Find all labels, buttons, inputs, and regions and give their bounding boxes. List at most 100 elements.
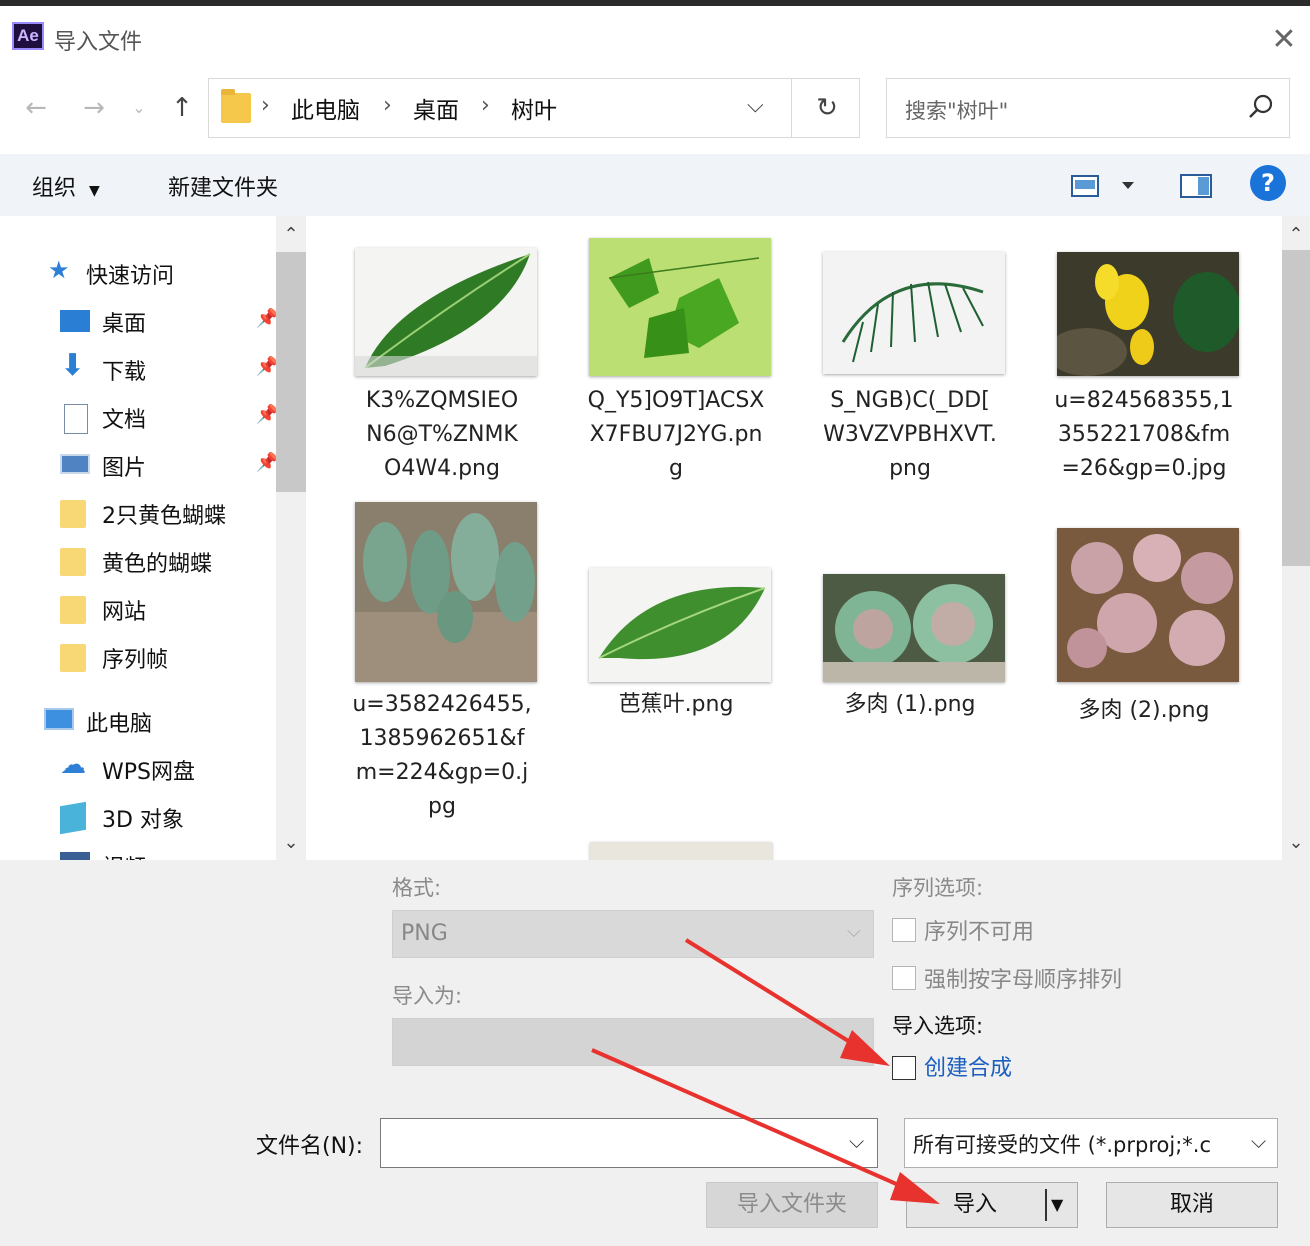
address-bar[interactable]: › 此电脑 › 桌面 › 树叶 ⌵ ↻ xyxy=(208,78,860,138)
file-list-scroll-thumb[interactable] xyxy=(1282,250,1310,566)
sidebar-item-label: 下载 xyxy=(102,360,147,385)
import-folder-button[interactable]: 导入文件夹 xyxy=(706,1182,878,1228)
file-thumbnail xyxy=(589,568,771,682)
back-button[interactable]: ← xyxy=(16,88,56,128)
file-thumbnail xyxy=(355,502,537,682)
caret-down-icon[interactable]: ▼ xyxy=(1051,1183,1063,1227)
close-icon: ✕ xyxy=(1271,22,1297,57)
organize-menu[interactable]: 组织 ▼ xyxy=(32,170,100,202)
preview-pane-button[interactable] xyxy=(1178,168,1214,204)
arrow-left-icon: ← xyxy=(25,93,47,123)
file-name: 芭蕉叶.png xyxy=(618,692,734,717)
sidebar-item-label: 序列帧 xyxy=(102,648,169,673)
sequence-unavailable-checkbox[interactable] xyxy=(892,918,916,942)
pin-icon: 📌 xyxy=(256,308,279,329)
refresh-button[interactable]: ↻ xyxy=(805,89,849,127)
navigation-pane: ★ 快速访问 桌面 📌 ⬇ 下载 📌 文档 📌 图片 📌 2只黄色蝴蝶 黄色的蝴… xyxy=(0,216,306,860)
cloud-icon: ☁ xyxy=(60,750,86,780)
import-options-panel: 格式: PNG ⌵ 导入为: 序列选项: 序列不可用 强制按字母顺序排列 导入选… xyxy=(0,860,1310,1246)
folder-icon xyxy=(60,596,86,624)
star-icon: ★ xyxy=(48,256,70,284)
file-name: K3%ZQMSIEO N6@T%ZNMK O4W4.png xyxy=(365,388,519,481)
force-alphabetical-checkbox[interactable] xyxy=(892,966,916,990)
pin-icon: 📌 xyxy=(256,452,279,473)
arrow-up-icon: ↑ xyxy=(171,93,193,123)
pin-icon: 📌 xyxy=(256,404,279,425)
file-thumbnail-partial[interactable] xyxy=(590,842,772,860)
title-bar: Ae 导入文件 ✕ xyxy=(0,6,1310,64)
file-thumbnail xyxy=(355,248,537,376)
import-as-label: 导入为: xyxy=(392,984,463,1008)
organize-label: 组织 xyxy=(32,176,77,201)
chevron-down-icon: ⌵ xyxy=(1251,1129,1267,1153)
recent-locations-button[interactable]: ⌄ xyxy=(124,88,154,128)
import-options-label: 导入选项: xyxy=(892,1014,984,1038)
divider xyxy=(791,79,792,137)
file-thumbnail xyxy=(1057,252,1239,376)
sidebar-item-label: WPS网盘 xyxy=(102,760,195,785)
file-name: u=824568355,1 355221708&fm =26&gp=0.jpg xyxy=(1054,388,1234,481)
search-input[interactable]: 搜索"树叶" xyxy=(886,78,1290,138)
sidebar-item-label: 2只黄色蝴蝶 xyxy=(102,504,226,529)
view-options-button[interactable] xyxy=(1066,168,1146,204)
chevron-down-icon: ⌄ xyxy=(132,98,146,117)
import-button[interactable]: 导入 ▼ xyxy=(906,1182,1078,1228)
scroll-down-arrow-icon[interactable]: ⌄ xyxy=(276,828,306,858)
sidebar-item-label: 网站 xyxy=(102,600,147,625)
sidebar-item-label: 文档 xyxy=(102,408,147,433)
sidebar-item-label: 此电脑 xyxy=(86,712,153,737)
video-icon xyxy=(60,852,90,860)
import-as-select[interactable] xyxy=(392,1018,874,1066)
chevron-down-icon: ⌵ xyxy=(849,1129,865,1153)
force-alphabetical-label: 强制按字母顺序排列 xyxy=(924,968,1123,993)
breadcrumb-leaves[interactable]: 树叶 xyxy=(511,91,557,125)
sidebar-item-pictures[interactable]: 图片 📌 xyxy=(60,446,280,486)
sidebar-scroll-thumb[interactable] xyxy=(276,252,306,492)
breadcrumb-desktop[interactable]: 桌面 xyxy=(413,91,459,125)
create-composition-checkbox[interactable] xyxy=(892,1056,916,1080)
close-button[interactable]: ✕ xyxy=(1264,20,1304,60)
create-composition-label[interactable]: 创建合成 xyxy=(924,1050,1012,1082)
sequence-options-label: 序列选项: xyxy=(892,876,984,900)
file-name: 多肉 (2).png xyxy=(1078,698,1210,723)
folder-icon xyxy=(60,644,86,672)
format-select[interactable]: PNG ⌵ xyxy=(392,910,874,958)
format-value: PNG xyxy=(401,921,448,946)
window-title: 导入文件 xyxy=(54,30,143,55)
sidebar-item-downloads[interactable]: ⬇ 下载 📌 xyxy=(60,348,280,390)
caret-down-icon: ▼ xyxy=(89,183,100,199)
help-button[interactable]: ? xyxy=(1250,165,1286,201)
forward-button[interactable]: → xyxy=(74,88,114,128)
breadcrumb-this-pc[interactable]: 此电脑 xyxy=(291,91,360,125)
filename-input[interactable]: ⌵ xyxy=(380,1118,878,1168)
file-thumbnail xyxy=(823,252,1005,374)
scroll-up-arrow-icon[interactable]: ⌃ xyxy=(1281,220,1310,250)
file-list: K3%ZQMSIEO N6@T%ZNMK O4W4.png Q_Y5]O9T]A… xyxy=(308,216,1282,860)
3d-objects-icon xyxy=(60,801,86,835)
computer-icon xyxy=(44,708,74,730)
scroll-down-arrow-icon[interactable]: ⌄ xyxy=(1281,828,1310,858)
sidebar-item-label: 桌面 xyxy=(102,312,147,337)
up-button[interactable]: ↑ xyxy=(162,88,202,128)
sidebar-item-label: 视频 xyxy=(102,850,146,860)
chevron-down-icon: ⌵ xyxy=(847,921,861,942)
folder-icon xyxy=(60,500,86,528)
chevron-right-icon: › xyxy=(261,93,270,118)
split-divider xyxy=(1045,1189,1047,1221)
address-dropdown-button[interactable]: ⌵ xyxy=(747,93,764,118)
sidebar-item-label: 3D 对象 xyxy=(102,808,184,833)
app-logo: Ae xyxy=(12,22,44,50)
sidebar-item-desktop[interactable]: 桌面 📌 xyxy=(60,302,280,342)
file-type-select[interactable]: 所有可接受的文件 (*.prproj;*.c ⌵ xyxy=(904,1118,1278,1168)
folder-icon xyxy=(60,548,86,576)
cancel-button[interactable]: 取消 xyxy=(1106,1182,1278,1228)
new-folder-button[interactable]: 新建文件夹 xyxy=(168,170,278,202)
preview-pane-icon xyxy=(1180,174,1212,198)
folder-icon xyxy=(221,89,251,123)
file-thumbnail xyxy=(823,574,1005,682)
pictures-icon xyxy=(60,454,90,474)
sidebar-item-documents[interactable]: 文档 📌 xyxy=(60,398,280,438)
scroll-up-arrow-icon[interactable]: ⌃ xyxy=(276,220,306,250)
filename-label: 文件名(N): xyxy=(256,1134,364,1159)
pin-icon: 📌 xyxy=(256,356,279,377)
